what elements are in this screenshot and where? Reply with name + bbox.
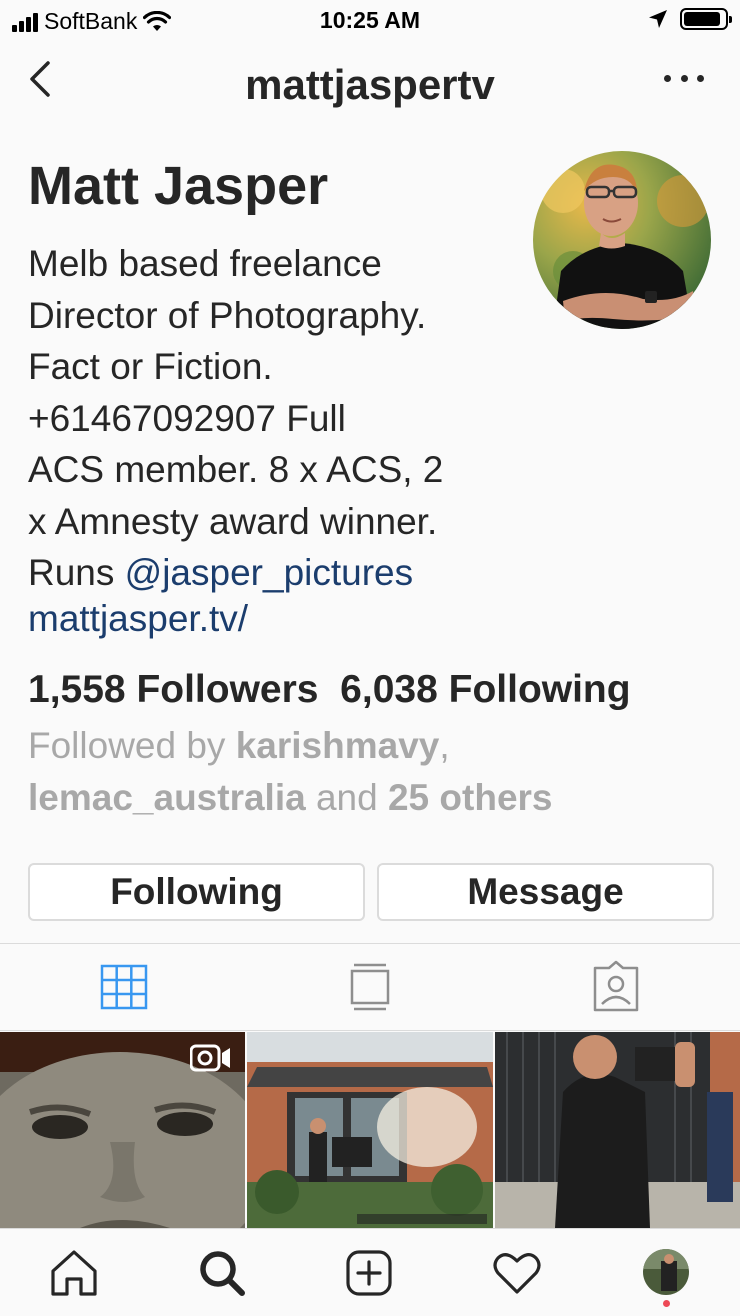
following-stat[interactable]: 6,038 Following <box>340 668 630 711</box>
photo-tile[interactable] <box>247 1032 493 1228</box>
status-time: 10:25 AM <box>319 7 421 33</box>
followed-by-separator: , <box>439 725 450 766</box>
bio-line: Director of Photography. <box>28 294 427 336</box>
photo-grid <box>0 1032 740 1228</box>
avatar-photo <box>533 151 711 329</box>
bio-line: Fact or Fiction. <box>28 346 273 387</box>
divider <box>0 943 740 944</box>
bio-runs-text: Runs <box>28 552 125 593</box>
bio-line: +61467092907 Full <box>28 397 346 439</box>
location-arrow-icon <box>649 10 667 28</box>
profile-tab[interactable] <box>640 1247 692 1307</box>
following-label: Following <box>448 668 631 711</box>
add-icon[interactable] <box>343 1247 395 1299</box>
message-button[interactable]: Message <box>377 863 714 921</box>
grid-icon[interactable] <box>96 960 156 1016</box>
photo-tile[interactable] <box>0 1032 245 1228</box>
followed-by-prefix: Followed by <box>28 725 236 766</box>
profile-tab-avatar <box>643 1249 689 1295</box>
followed-by-user: lemac_australia <box>28 777 306 818</box>
followers-label: Followers <box>136 668 319 711</box>
followers-stat[interactable]: 1,558 Followers <box>28 668 319 711</box>
profile-avatar[interactable] <box>533 151 711 329</box>
bio-line: Melb based freelance <box>28 243 382 284</box>
search-icon[interactable] <box>196 1247 248 1299</box>
tagged-icon[interactable] <box>586 960 646 1016</box>
photo-tile[interactable] <box>495 1032 740 1228</box>
profile-bio: Melb based freelance Director of Photogr… <box>28 238 528 599</box>
home-icon[interactable] <box>48 1247 100 1299</box>
notification-dot <box>662 1300 670 1307</box>
bio-line: ACS member. 8 x ACS, 2 <box>28 449 444 490</box>
profile-counts: 1,558 Followers 6,038 Following <box>28 668 631 712</box>
bottom-tab-bar <box>0 1228 740 1316</box>
followed-by-text[interactable]: Followed by karishmavy, lemac_australia a… <box>28 720 728 824</box>
heart-icon[interactable] <box>491 1247 543 1299</box>
bio-line: x Amnesty award winner. <box>28 500 438 542</box>
followed-by-user: karishmavy <box>235 725 440 766</box>
profile-website-link[interactable]: mattjasper.tv/ <box>28 598 248 640</box>
feed-icon[interactable] <box>340 960 400 1016</box>
battery-level <box>684 12 720 26</box>
header-username: mattjaspertv <box>245 61 495 108</box>
status-right <box>648 8 732 30</box>
divider <box>0 1030 740 1031</box>
followers-count: 1,558 <box>28 668 126 711</box>
following-count: 6,038 <box>340 668 438 711</box>
followed-by-others: 25 others <box>387 777 553 818</box>
battery-icon <box>680 8 732 30</box>
bio-line: Runs @jasper_pictures <box>28 547 528 599</box>
status-bar: SoftBank 10:25 AM <box>0 0 740 40</box>
bio-mention-link[interactable]: @jasper_pictures <box>125 552 413 593</box>
video-icon <box>190 1044 230 1072</box>
profile-full-name: Matt Jasper <box>28 156 329 216</box>
following-button[interactable]: Following <box>28 863 365 921</box>
followed-by-and: and <box>305 777 388 818</box>
more-options-icon[interactable] <box>664 75 704 87</box>
profile-header: mattjaspertv <box>0 45 740 125</box>
